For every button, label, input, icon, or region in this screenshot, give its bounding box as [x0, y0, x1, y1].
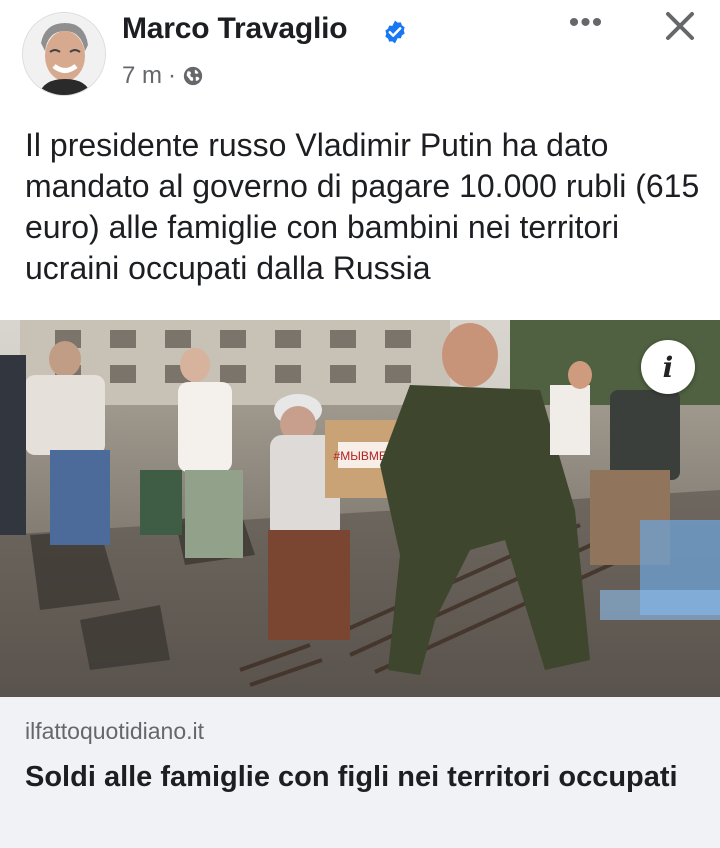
- meta-separator: ·: [168, 62, 177, 89]
- post-photo[interactable]: #МЫВМЕСТЕ: [0, 320, 720, 697]
- more-options-icon[interactable]: •••: [567, 8, 605, 42]
- link-title[interactable]: Soldi alle famiglie con figli nei territ…: [25, 757, 695, 797]
- post-meta: 7 m ·: [122, 62, 204, 90]
- link-domain: ilfattoquotidiano.it: [25, 718, 205, 744]
- globe-icon: [183, 66, 203, 86]
- link-preview[interactable]: ilfattoquotidiano.it Soldi alle famiglie…: [0, 697, 720, 848]
- close-icon[interactable]: [660, 6, 700, 46]
- avatar-portrait: [23, 13, 105, 95]
- author-avatar[interactable]: [22, 12, 106, 96]
- post-time[interactable]: 7 m: [122, 62, 162, 90]
- verified-badge-icon: [385, 20, 405, 44]
- post-header: Marco Travaglio 7 m · •••: [0, 0, 720, 110]
- post-text: Il presidente russo Vladimir Putin ha da…: [25, 127, 700, 286]
- photo-aid-distribution: #МЫВМЕСТЕ: [0, 320, 720, 697]
- author-name[interactable]: Marco Travaglio: [122, 12, 348, 46]
- info-icon[interactable]: i: [641, 340, 695, 394]
